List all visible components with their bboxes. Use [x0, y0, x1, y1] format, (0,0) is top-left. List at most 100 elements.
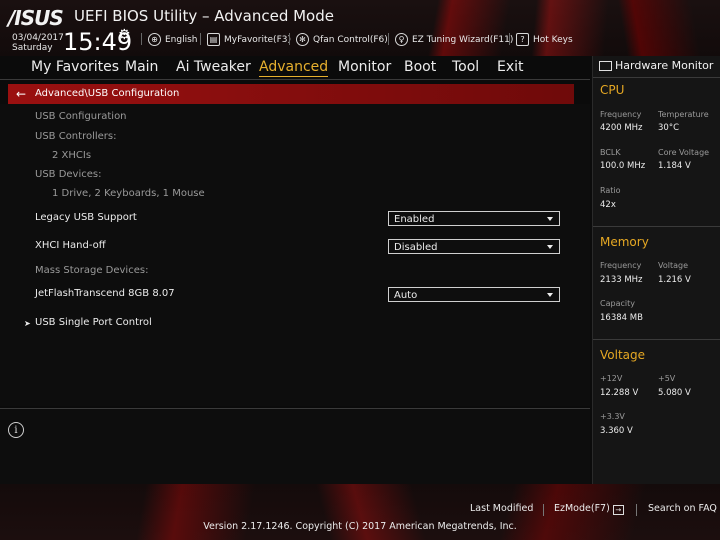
last-modified-button[interactable]: Last Modified	[470, 503, 533, 514]
language-label: English	[165, 34, 198, 45]
cpu-frequency-value: 4200 MHz	[600, 123, 643, 133]
xhci-handoff-label: XHCI Hand-off	[35, 240, 106, 251]
hardware-monitor-label: Hardware Monitor	[615, 59, 714, 72]
cpu-ratio-value: 42x	[600, 200, 616, 210]
v12-value: 12.288 V	[600, 388, 639, 398]
cpu-bclk-label: BCLK	[600, 148, 621, 157]
memory-frequency-label: Frequency	[600, 261, 642, 270]
jetflash-dropdown[interactable]: Auto	[388, 287, 560, 302]
hardware-monitor-title: Hardware Monitor	[599, 59, 713, 72]
menu-my-favorites[interactable]: My Favorites	[31, 59, 119, 75]
usb-devices-label: USB Devices:	[35, 169, 102, 180]
usb-devices-value: 1 Drive, 2 Keyboards, 1 Mouse	[52, 188, 205, 199]
day-text: Saturday	[12, 43, 53, 53]
cpu-temperature-label: Temperature	[658, 110, 709, 119]
chevron-down-icon	[547, 293, 553, 297]
language-button[interactable]: ⊕ English	[148, 33, 198, 46]
memory-capacity-value: 16384 MB	[600, 313, 643, 323]
footer-bar: Last Modified EzMode(F7) → Search on FAQ …	[0, 484, 720, 540]
toolbar-divider	[141, 33, 142, 45]
menu-advanced[interactable]: Advanced	[259, 59, 329, 77]
help-panel: i	[0, 408, 590, 485]
fan-icon: ✻	[296, 33, 309, 46]
usb-controllers-value: 2 XHCIs	[52, 150, 92, 161]
breadcrumb-text: Advanced\USB Configuration	[35, 88, 180, 99]
gear-icon[interactable]: ⚙	[118, 27, 131, 43]
v33-value: 3.360 V	[600, 426, 633, 436]
settings-panel: USB Configuration USB Controllers: 2 XHC…	[0, 104, 590, 406]
hotkeys-label: Hot Keys	[533, 34, 573, 45]
cpu-core-voltage-label: Core Voltage	[658, 148, 710, 157]
usb-controllers-label: USB Controllers:	[35, 131, 117, 142]
myfavorite-button[interactable]: ▤ MyFavorite(F3)	[207, 33, 291, 46]
menu-monitor[interactable]: Monitor	[338, 59, 391, 75]
menu-exit[interactable]: Exit	[497, 59, 524, 75]
menu-divider	[0, 79, 590, 80]
chevron-down-icon	[547, 245, 553, 249]
footer-divider	[636, 504, 637, 516]
toolbar-divider	[388, 33, 389, 45]
asus-logo: /ISUS	[8, 6, 64, 30]
qfan-button[interactable]: ✻ Qfan Control(F6)	[296, 33, 388, 46]
hw-divider	[593, 226, 720, 227]
memory-voltage-value: 1.216 V	[658, 275, 691, 285]
ezmode-button[interactable]: EzMode(F7) →	[554, 503, 624, 515]
cpu-ratio-label: Ratio	[600, 186, 621, 195]
info-icon: i	[8, 422, 24, 438]
globe-icon: ⊕	[148, 33, 161, 46]
menu-ai-tweaker[interactable]: Ai Tweaker	[176, 59, 251, 75]
footer-divider	[543, 504, 544, 516]
hw-divider	[593, 77, 720, 78]
cpu-core-voltage-value: 1.184 V	[658, 161, 691, 171]
legacy-usb-label: Legacy USB Support	[35, 212, 137, 223]
chevron-down-icon	[547, 217, 553, 221]
cpu-section-title: CPU	[600, 83, 625, 97]
breadcrumb[interactable]: ← Advanced\USB Configuration	[8, 84, 574, 104]
cpu-temperature-value: 30°C	[658, 123, 680, 133]
exit-arrow-icon: →	[612, 505, 624, 515]
toolbar-divider	[289, 33, 290, 45]
chevron-right-icon: ➤	[24, 319, 31, 328]
favorite-icon: ▤	[207, 33, 220, 46]
hw-divider	[593, 339, 720, 340]
v5-value: 5.080 V	[658, 388, 691, 398]
legacy-usb-value: Enabled	[394, 214, 435, 225]
date-display: 03/04/2017 Saturday	[12, 33, 64, 53]
v12-label: +12V	[600, 374, 623, 383]
main-menu: My Favorites Main Ai Tweaker Advanced Mo…	[0, 57, 590, 79]
myfavorite-label: MyFavorite(F3)	[224, 34, 291, 45]
back-arrow-icon[interactable]: ←	[16, 84, 26, 104]
ezmode-label: EzMode(F7)	[554, 503, 610, 514]
memory-voltage-label: Voltage	[658, 261, 689, 270]
v33-label: +3.3V	[600, 412, 625, 421]
xhci-handoff-dropdown[interactable]: Disabled	[388, 239, 560, 254]
date-text: 03/04/2017	[12, 33, 64, 43]
menu-main[interactable]: Main	[125, 59, 158, 75]
legacy-usb-dropdown[interactable]: Enabled	[388, 211, 560, 226]
usb-configuration-heading: USB Configuration	[35, 111, 127, 122]
app-title: UEFI BIOS Utility – Advanced Mode	[74, 7, 334, 25]
memory-frequency-value: 2133 MHz	[600, 275, 643, 285]
monitor-icon	[599, 60, 612, 71]
toolbar-divider	[200, 33, 201, 45]
ez-tuning-label: EZ Tuning Wizard(F11)	[412, 34, 514, 45]
hardware-monitor-panel: Hardware Monitor CPU Frequency 4200 MHz …	[592, 56, 720, 484]
jetflash-value: Auto	[394, 290, 418, 301]
xhci-handoff-value: Disabled	[394, 242, 438, 253]
jetflash-label: JetFlashTranscend 8GB 8.07	[35, 288, 175, 299]
toolbar-divider	[509, 33, 510, 45]
search-faq-button[interactable]: Search on FAQ	[648, 503, 717, 514]
hotkeys-button[interactable]: ? Hot Keys	[516, 33, 573, 46]
search-faq-label: Search on FAQ	[648, 503, 717, 514]
lightbulb-icon: ♀	[395, 33, 408, 46]
menu-tool[interactable]: Tool	[452, 59, 479, 75]
cpu-frequency-label: Frequency	[600, 110, 642, 119]
qfan-label: Qfan Control(F6)	[313, 34, 388, 45]
copyright-text: Version 2.17.1246. Copyright (C) 2017 Am…	[203, 521, 517, 532]
usb-single-port-control-link[interactable]: USB Single Port Control	[35, 317, 152, 328]
menu-boot[interactable]: Boot	[404, 59, 436, 75]
ez-tuning-button[interactable]: ♀ EZ Tuning Wizard(F11)	[395, 33, 513, 46]
voltage-section-title: Voltage	[600, 348, 646, 362]
cpu-bclk-value: 100.0 MHz	[600, 161, 646, 171]
mass-storage-label: Mass Storage Devices:	[35, 265, 149, 276]
